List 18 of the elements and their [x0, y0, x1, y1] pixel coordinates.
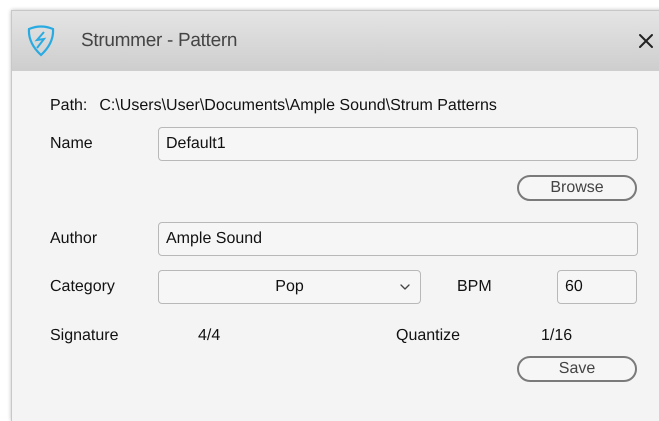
- path-value: C:\Users\User\Documents\Ample Sound\Strum Patterns: [99, 96, 497, 116]
- bpm-field[interactable]: 60: [557, 270, 637, 304]
- window-title: Strummer - Pattern: [81, 28, 238, 53]
- signature-value: 4/4: [198, 326, 222, 346]
- path-label: Path:: [50, 96, 88, 116]
- quantize-value: 1/16: [541, 326, 572, 346]
- category-label: Category: [50, 277, 116, 297]
- guitar-pick-icon: [27, 25, 55, 57]
- save-button[interactable]: Save: [517, 356, 637, 382]
- bpm-label: BPM: [457, 277, 493, 297]
- name-field[interactable]: Default1: [158, 127, 638, 161]
- name-label: Name: [50, 134, 94, 154]
- author-field[interactable]: Ample Sound: [158, 222, 638, 256]
- browse-button[interactable]: Browse: [517, 175, 637, 201]
- signature-label: Signature: [50, 326, 120, 346]
- category-dropdown[interactable]: Pop: [158, 270, 421, 304]
- author-label: Author: [50, 229, 98, 249]
- quantize-label: Quantize: [396, 326, 462, 346]
